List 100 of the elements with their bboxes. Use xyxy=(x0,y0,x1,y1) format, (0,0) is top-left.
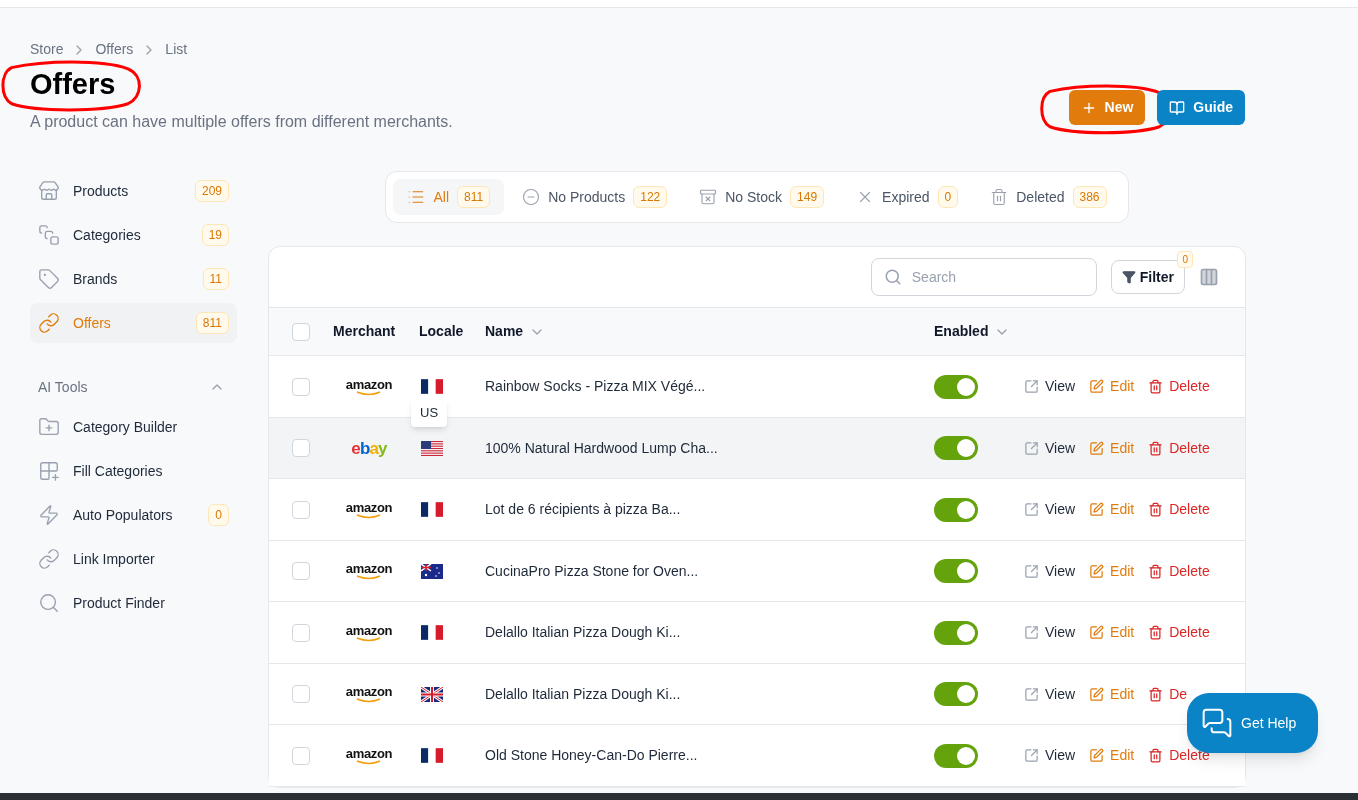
flag-icon xyxy=(421,686,443,702)
stack-icon xyxy=(38,224,60,247)
count-badge: 811 xyxy=(195,312,229,335)
toggle-switch[interactable] xyxy=(934,497,978,522)
guide-button[interactable]: Guide xyxy=(1157,90,1245,125)
breadcrumb-link[interactable]: List xyxy=(165,39,188,60)
count-badge: 209 xyxy=(194,180,229,203)
link-icon xyxy=(38,312,60,335)
view-link[interactable]: View xyxy=(1024,683,1076,705)
section-title: AI Tools xyxy=(38,377,88,397)
count-badge: 0 xyxy=(208,504,229,527)
trash-icon xyxy=(1148,748,1164,763)
status-tab[interactable]: Expired 0 xyxy=(842,179,973,216)
status-tab[interactable]: No Stock 149 xyxy=(685,179,839,216)
offer-name[interactable]: Lot de 6 récipients à pizza Ba... xyxy=(485,501,681,517)
offer-name[interactable]: Old Stone Honey-Can-Do Pierre... xyxy=(485,747,698,763)
external-link-icon xyxy=(1024,686,1039,702)
filter-icon xyxy=(1121,270,1136,285)
checkbox[interactable] xyxy=(292,623,310,642)
search-icon xyxy=(883,268,902,287)
delete-link[interactable]: De xyxy=(1148,683,1188,705)
trash-icon xyxy=(1148,440,1164,456)
offer-name[interactable]: Rainbow Socks - Pizza MIX Végé... xyxy=(485,378,706,394)
offer-name[interactable]: CucinaPro Pizza Stone for Oven... xyxy=(485,562,699,579)
sidebar-item[interactable]: Brands 11 xyxy=(30,259,237,300)
breadcrumb-link[interactable]: Offers xyxy=(95,39,134,60)
delete-link[interactable]: Delete xyxy=(1148,560,1210,582)
status-tab[interactable]: Deleted 386 xyxy=(976,179,1121,216)
edit-icon xyxy=(1089,563,1105,579)
delete-link[interactable]: Delete xyxy=(1148,376,1210,397)
book-icon xyxy=(1169,99,1186,116)
toggle-switch[interactable] xyxy=(934,374,978,399)
edit-icon xyxy=(1089,748,1105,763)
view-link[interactable]: View xyxy=(1024,622,1076,643)
trash-icon xyxy=(1148,686,1164,702)
edit-icon xyxy=(1089,625,1105,640)
toggle-switch[interactable] xyxy=(934,620,978,645)
count-badge: 19 xyxy=(201,224,229,247)
sidebar-item[interactable]: Link Importer xyxy=(30,539,237,580)
search-icon xyxy=(38,592,60,615)
count-badge: 0 xyxy=(937,186,959,209)
sidebar-item[interactable]: Fill Categories xyxy=(30,451,237,492)
column-header[interactable]: Name xyxy=(485,321,524,343)
trash-icon xyxy=(1148,379,1164,394)
trash-icon xyxy=(1148,563,1164,579)
trash-icon xyxy=(990,188,1009,207)
toggle-switch[interactable] xyxy=(934,743,978,768)
checkbox[interactable] xyxy=(292,746,310,765)
lightning-icon xyxy=(38,504,60,527)
delete-link[interactable]: Delete xyxy=(1148,622,1210,643)
checkbox[interactable] xyxy=(292,685,310,703)
columns-icon[interactable] xyxy=(1199,267,1219,288)
delete-link[interactable]: Delete xyxy=(1148,499,1210,520)
checkbox[interactable] xyxy=(292,562,310,580)
status-tab[interactable]: No Products 122 xyxy=(508,179,682,216)
offer-name[interactable]: 100% Natural Hardwood Lump Cha... xyxy=(485,439,718,456)
sidebar-item[interactable]: Categories 19 xyxy=(30,215,237,256)
store-icon xyxy=(38,180,60,203)
view-link[interactable]: View xyxy=(1024,499,1076,520)
search-field[interactable]: Search xyxy=(870,258,1097,297)
edit-icon xyxy=(1089,502,1105,517)
flag-icon xyxy=(421,563,443,579)
view-link[interactable]: View xyxy=(1024,745,1076,766)
merchant-logo: amazon xyxy=(345,377,393,396)
external-link-icon xyxy=(1024,563,1039,579)
external-link-icon xyxy=(1024,748,1039,763)
toggle-switch[interactable] xyxy=(934,559,978,583)
tag-icon xyxy=(38,268,60,291)
external-link-icon xyxy=(1024,379,1039,394)
view-link[interactable]: View xyxy=(1024,560,1076,582)
view-link[interactable]: View xyxy=(1024,376,1076,397)
view-link[interactable]: View xyxy=(1024,437,1076,459)
checkbox[interactable] xyxy=(292,377,310,396)
edit-icon xyxy=(1089,440,1105,456)
breadcrumb-link[interactable]: Store xyxy=(30,39,64,60)
toggle-switch[interactable] xyxy=(934,436,978,460)
checkbox[interactable] xyxy=(292,500,310,519)
column-header[interactable]: Enabled xyxy=(934,321,989,343)
offer-name[interactable]: Delallo Italian Pizza Dough Ki... xyxy=(485,624,681,640)
grid-plus-icon xyxy=(38,460,60,483)
flag-icon xyxy=(421,502,443,517)
flag-icon xyxy=(421,379,443,394)
filter-count-badge: 0 xyxy=(1177,251,1193,269)
merchant-logo: amazon xyxy=(345,500,393,519)
sidebar-item[interactable]: Product Finder xyxy=(30,583,237,624)
offer-name[interactable]: Delallo Italian Pizza Dough Ki... xyxy=(485,685,681,702)
toggle-switch[interactable] xyxy=(934,682,978,706)
sidebar-item[interactable]: Products 209 xyxy=(30,171,237,212)
delete-link[interactable]: Delete xyxy=(1148,437,1210,459)
edit-icon xyxy=(1089,686,1105,702)
sidebar-item[interactable]: Category Builder xyxy=(30,407,237,448)
checkbox[interactable] xyxy=(292,439,310,457)
checkbox[interactable] xyxy=(292,322,310,341)
flag-icon xyxy=(421,440,443,456)
sidebar-item[interactable]: Auto Populators 0 xyxy=(30,495,237,536)
count-badge: 11 xyxy=(202,268,229,291)
trash-icon xyxy=(1148,502,1164,517)
flag-icon xyxy=(421,625,443,640)
count-badge: 386 xyxy=(1072,186,1107,209)
archive-x-icon xyxy=(699,188,718,207)
